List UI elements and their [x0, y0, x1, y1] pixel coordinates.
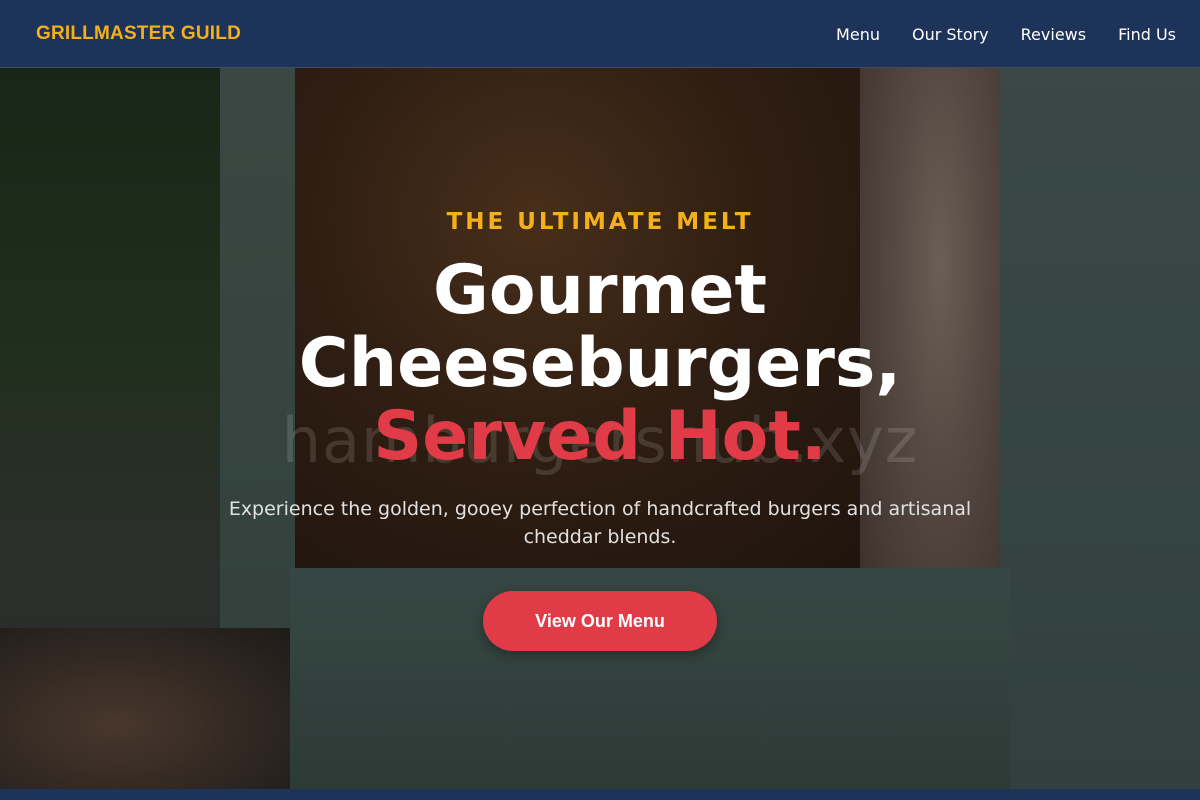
brand-logo[interactable]: GRILLMASTER GUILD: [36, 0, 241, 68]
headline-accent: Served Hot.: [373, 397, 827, 476]
nav-link-our-story[interactable]: Our Story: [912, 25, 989, 44]
nav-links: Menu Our Story Reviews Find Us: [836, 0, 1176, 68]
hero-subtext: Experience the golden, gooey perfection …: [228, 498, 972, 548]
nav-link-menu[interactable]: Menu: [836, 25, 880, 44]
nav-link-find-us[interactable]: Find Us: [1118, 25, 1176, 44]
hero-section: hamburgershub.xyz THE ULTIMATE MELT Gour…: [0, 68, 1200, 789]
headline-line-1: Gourmet: [433, 251, 767, 330]
hero-headline: Gourmet Cheeseburgers, Served Hot.: [0, 254, 1200, 473]
hero-eyebrow: THE ULTIMATE MELT: [446, 209, 754, 235]
top-navbar: GRILLMASTER GUILD Menu Our Story Reviews…: [0, 0, 1200, 68]
view-menu-button[interactable]: View Our Menu: [483, 591, 717, 651]
bottom-strip: [0, 789, 1200, 800]
nav-link-reviews[interactable]: Reviews: [1021, 25, 1086, 44]
headline-line-2: Cheeseburgers,: [298, 324, 902, 403]
